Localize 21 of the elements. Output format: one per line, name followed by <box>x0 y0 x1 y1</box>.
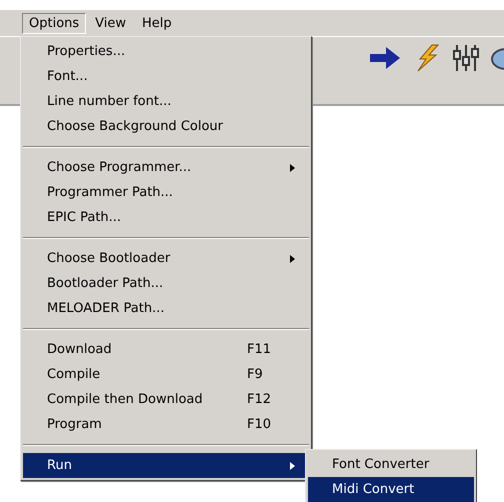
menu-item[interactable]: Font... <box>23 64 309 89</box>
menu-item[interactable]: Line number font... <box>23 89 309 114</box>
menu-item[interactable]: Choose Programmer... <box>23 155 309 180</box>
menu-item[interactable]: Download F11 <box>23 337 309 362</box>
menu-item[interactable]: Compile then Download F12 <box>23 387 309 412</box>
menu-item[interactable]: Choose Bootloader <box>23 246 309 271</box>
menu-item[interactable]: Choose Background Colour <box>23 114 309 139</box>
menu-item[interactable]: EPIC Path... <box>23 205 309 230</box>
menu-item[interactable]: Font Converter <box>308 452 474 477</box>
tool-icon[interactable] <box>452 43 480 73</box>
menu-item[interactable]: Compile F9 <box>23 362 309 387</box>
menu-title[interactable]: Options <box>22 12 86 34</box>
arrow-icon[interactable] <box>368 45 402 71</box>
menu-item[interactable]: Bootloader Path... <box>23 271 309 296</box>
menu-title[interactable]: View <box>88 12 134 34</box>
menu-item[interactable]: Program F10 <box>23 412 309 437</box>
menu-item[interactable]: Midi Convert <box>308 477 474 502</box>
menu-item[interactable]: Properties... <box>23 39 309 64</box>
menu-title[interactable]: Help <box>135 12 179 34</box>
menu-item[interactable]: MELOADER Path... <box>23 296 309 321</box>
menu-item[interactable]: Programmer Path... <box>23 180 309 205</box>
